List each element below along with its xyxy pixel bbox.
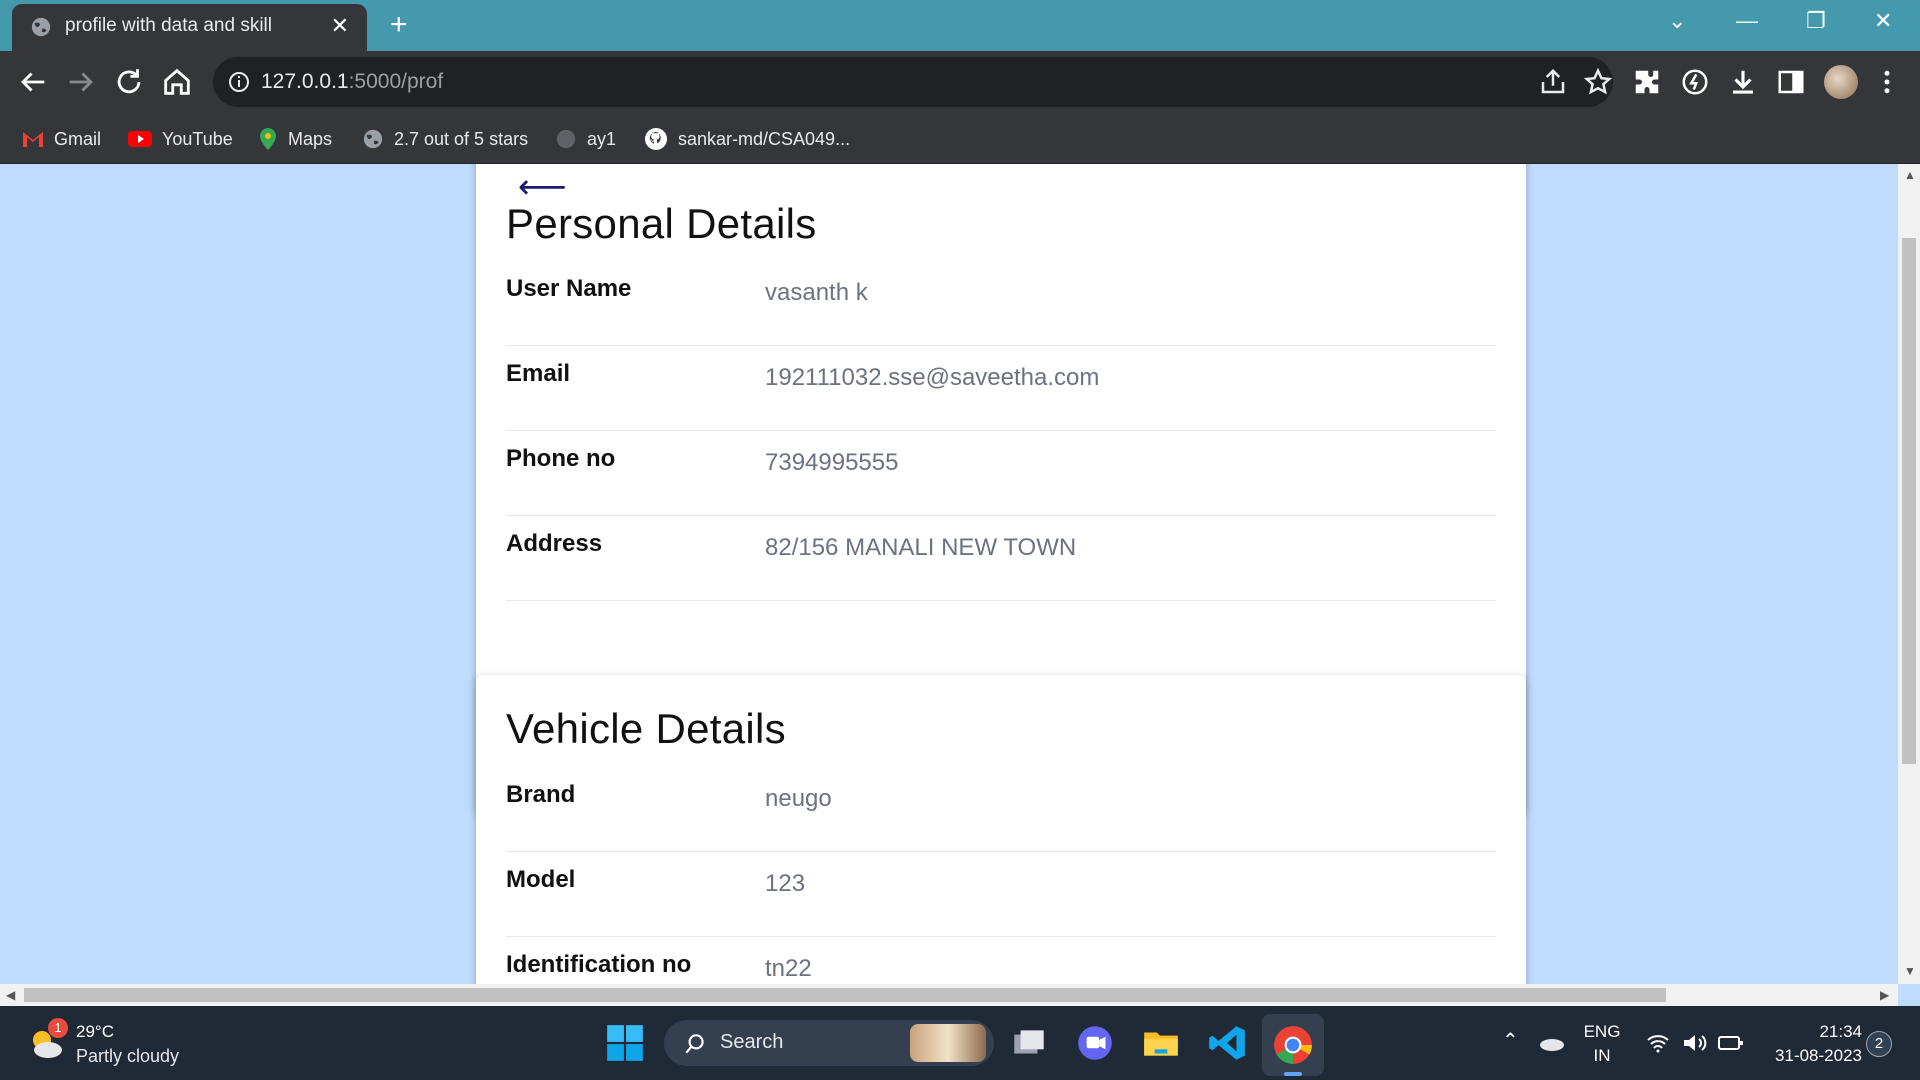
globe-icon (363, 129, 383, 149)
row-label: Phone no (506, 445, 616, 472)
wifi-icon[interactable] (1646, 1032, 1670, 1054)
volume-icon[interactable] (1682, 1032, 1708, 1054)
battery-icon[interactable] (1718, 1034, 1744, 1052)
bookmark-github-repo[interactable]: sankar-md/CSA049... (644, 124, 850, 154)
horizontal-scroll-thumb[interactable] (24, 988, 1666, 1002)
detail-row-brand: Brand neugo (506, 767, 1496, 852)
row-label: Brand (506, 781, 576, 808)
minimize-button[interactable]: — (1736, 8, 1758, 34)
windows-start-icon[interactable] (604, 1022, 646, 1064)
language-bottom[interactable]: IN (1582, 1046, 1622, 1066)
chrome-icon (1274, 1026, 1312, 1064)
share-icon[interactable] (1538, 67, 1568, 97)
performance-icon[interactable] (1680, 67, 1710, 97)
row-value: tn22 (765, 955, 812, 982)
bookmark-ay1[interactable]: ay1 (555, 124, 616, 154)
task-view-icon[interactable] (1008, 1022, 1050, 1064)
onedrive-cloud-icon[interactable] (1538, 1034, 1566, 1052)
chevron-up-icon[interactable]: ⌃ (1502, 1028, 1519, 1053)
vehicle-details-title: Vehicle Details (506, 705, 786, 752)
row-label: Model (506, 866, 576, 893)
scroll-down-icon[interactable]: ▼ (1904, 964, 1916, 978)
detail-row-identification: Identification no tn22 (506, 937, 1496, 984)
globe-icon (31, 17, 51, 37)
clock-date[interactable]: 31-08-2023 (1752, 1046, 1862, 1066)
back-arrow-icon[interactable]: ⟵ (518, 170, 567, 204)
browser-toolbar: 127.0.0.1:5000/prof (0, 51, 1920, 114)
chrome-taskbar-item[interactable] (1262, 1014, 1324, 1076)
row-value: neugo (765, 785, 832, 812)
row-label: User Name (506, 275, 632, 302)
github-icon (645, 128, 667, 150)
back-icon[interactable] (16, 65, 50, 99)
url-text[interactable]: 127.0.0.1:5000/prof (261, 70, 443, 94)
info-icon[interactable] (227, 70, 251, 94)
home-icon[interactable] (160, 65, 194, 99)
weather-description: Partly cloudy (76, 1046, 180, 1066)
row-value: vasanth k (765, 279, 868, 306)
forward-icon[interactable] (64, 65, 98, 99)
tab-search-icon[interactable]: ⌄ (1668, 8, 1686, 34)
detail-row-email: Email 192111032.sse@saveetha.com (506, 346, 1496, 431)
browser-tab[interactable]: profile with data and skill ✕ (12, 4, 367, 51)
bookmark-maps[interactable]: Maps (258, 124, 332, 154)
row-label: Address (506, 530, 603, 557)
github-icon (556, 129, 576, 149)
weather-badge: 1 (48, 1018, 68, 1038)
detail-row-phone: Phone no 7394995555 (506, 431, 1496, 516)
gmail-icon (23, 132, 43, 147)
address-bar[interactable]: 127.0.0.1:5000/prof (213, 57, 1613, 107)
vscode-icon[interactable] (1206, 1022, 1248, 1064)
restore-button[interactable]: ❐ (1806, 8, 1826, 34)
new-tab-button[interactable]: + (390, 8, 408, 42)
menu-dots-icon[interactable] (1872, 67, 1902, 97)
teams-chat-icon[interactable] (1074, 1022, 1116, 1064)
detail-row-address: Address 82/156 MANALI NEW TOWN (506, 516, 1496, 601)
vertical-scroll-thumb[interactable] (1902, 238, 1916, 764)
bookmark-star-icon[interactable] (1583, 67, 1613, 97)
notification-count[interactable]: 2 (1866, 1031, 1892, 1057)
bookmark-rating[interactable]: 2.7 out of 5 stars (362, 124, 528, 154)
file-explorer-icon[interactable] (1140, 1022, 1182, 1064)
vehicle-details-card: Vehicle Details Brand neugo Model 123 Id… (476, 675, 1526, 984)
detail-row-model: Model 123 (506, 852, 1496, 937)
row-value: 82/156 MANALI NEW TOWN (765, 534, 1077, 561)
search-label: Search (720, 1031, 784, 1053)
horizontal-scrollbar[interactable]: ◀ ▶ (0, 984, 1898, 1006)
bookmark-gmail[interactable]: Gmail (22, 124, 101, 154)
scroll-left-icon[interactable]: ◀ (6, 988, 15, 1002)
close-tab-icon[interactable]: ✕ (331, 13, 349, 39)
active-indicator (1284, 1072, 1302, 1076)
bookmark-youtube[interactable]: YouTube (128, 124, 233, 154)
download-icon[interactable] (1728, 67, 1758, 97)
maps-pin-icon (260, 128, 276, 150)
scroll-right-icon[interactable]: ▶ (1880, 988, 1889, 1002)
row-label: Identification no (506, 951, 692, 978)
youtube-icon (128, 131, 152, 147)
extensions-icon[interactable] (1632, 67, 1662, 97)
row-value: 192111032.sse@saveetha.com (765, 364, 1100, 391)
side-panel-icon[interactable] (1776, 67, 1806, 97)
bookmarks-bar: Gmail YouTube Maps 2.7 out of 5 stars ay… (0, 114, 1920, 164)
vertical-scrollbar[interactable]: ▲ ▼ (1898, 164, 1920, 984)
reload-icon[interactable] (112, 65, 146, 99)
search-highlight-image (910, 1024, 986, 1062)
tab-title: profile with data and skill (65, 15, 272, 36)
close-window-button[interactable]: ✕ (1874, 8, 1892, 34)
search-icon (685, 1034, 704, 1054)
row-value: 123 (765, 870, 806, 897)
clock-time[interactable]: 21:34 (1752, 1022, 1862, 1042)
page-viewport: ⟵ Personal Details User Name vasanth k E… (0, 164, 1898, 984)
scroll-up-icon[interactable]: ▲ (1904, 168, 1916, 182)
weather-temperature: 29°C (76, 1022, 114, 1041)
detail-row-username: User Name vasanth k (506, 261, 1496, 346)
browser-tabstrip: profile with data and skill ✕ + ⌄ — ❐ ✕ (0, 0, 1920, 51)
profile-avatar[interactable] (1824, 65, 1858, 99)
language-top[interactable]: ENG (1582, 1022, 1622, 1042)
windows-taskbar: 1 29°C Partly cloudy Search ⌃ ENG IN 21:… (0, 1006, 1920, 1080)
row-value: 7394995555 (765, 449, 899, 476)
taskbar-search[interactable]: Search (664, 1020, 994, 1066)
row-label: Email (506, 360, 571, 387)
personal-details-title: Personal Details (506, 200, 817, 247)
